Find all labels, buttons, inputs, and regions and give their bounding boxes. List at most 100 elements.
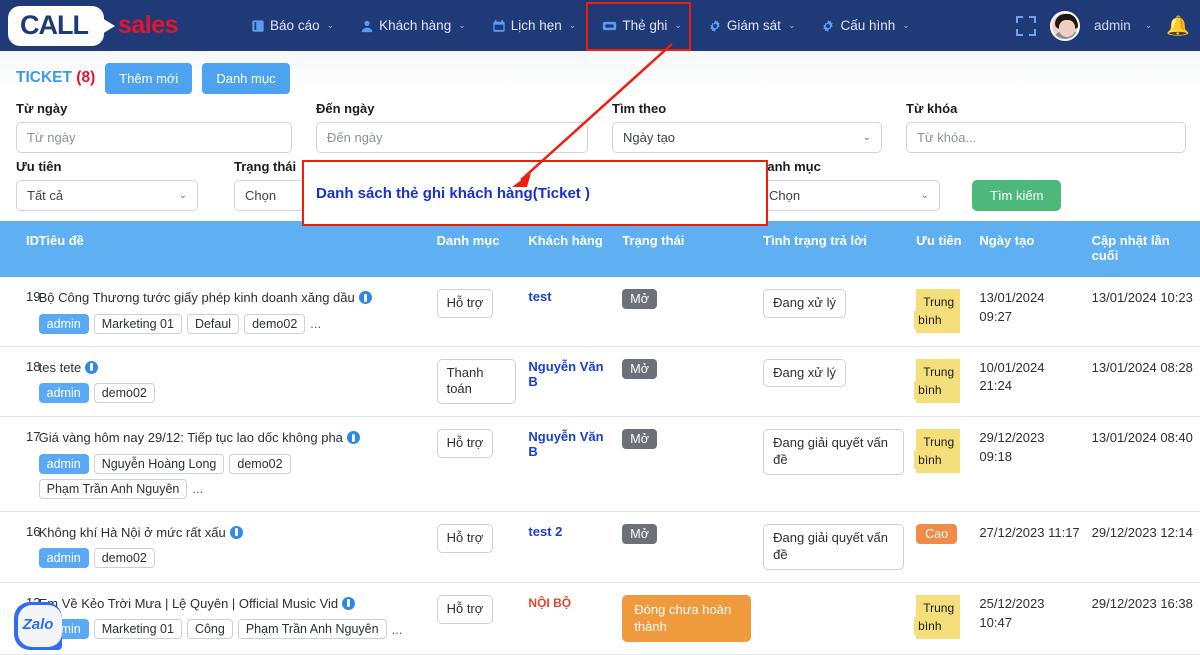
- tags-overflow[interactable]: ...: [310, 316, 321, 331]
- chevron-down-icon[interactable]: ⌄: [1145, 20, 1153, 31]
- response-status-badge: Đang giải quyết vấn đề: [763, 524, 904, 570]
- cell-response-status: Đang giải quyết vấn đề: [757, 511, 910, 582]
- col-updated-date[interactable]: Cập nhật lần cuối: [1086, 221, 1200, 277]
- assignee-tag[interactable]: demo02: [229, 454, 290, 474]
- search-by-select[interactable]: Ngày tạo ⌄: [612, 122, 882, 153]
- customer-link[interactable]: Nguyễn Văn B: [528, 359, 603, 389]
- search-button-wrap: Tìm kiếm: [972, 159, 1061, 211]
- assignee-tag[interactable]: Phạm Trần Anh Nguyên: [39, 479, 188, 499]
- col-response-status[interactable]: Tình trạng trả lời: [757, 221, 910, 277]
- avatar[interactable]: [1050, 11, 1080, 41]
- col-status[interactable]: Trạng thái: [616, 221, 757, 277]
- assignee-tag[interactable]: Marketing 01: [94, 314, 182, 334]
- customer-link[interactable]: NỘI BỘ: [528, 596, 571, 610]
- filter-label: Ưu tiên: [16, 159, 198, 176]
- status-badge: Mở: [622, 359, 657, 379]
- cell-status: Mở: [616, 346, 757, 417]
- col-created-date[interactable]: Ngày tạo: [973, 221, 1085, 277]
- table-row[interactable]: 16 Không khí Hà Nội ở mức rất xấu admind…: [0, 511, 1200, 582]
- col-id[interactable]: ID: [0, 221, 33, 277]
- table-row[interactable]: 19 Bộ Công Thương tước giấy phép kinh do…: [0, 277, 1200, 346]
- to-date-input[interactable]: Đến ngày: [316, 122, 588, 153]
- cell-updated-date: 29/12/2023 12:14: [1086, 511, 1200, 582]
- assignee-tag-list: adminMarketing 01CôngPhạm Trần Anh Nguyê…: [39, 619, 425, 639]
- keyword-input[interactable]: Từ khóa...: [906, 122, 1186, 153]
- assignee-tag[interactable]: Nguyễn Hoàng Long: [94, 454, 225, 474]
- category-button[interactable]: Danh mục: [202, 63, 289, 94]
- priority-select[interactable]: Tất cả ⌄: [16, 180, 198, 211]
- nav-label: Khách hàng: [379, 18, 451, 33]
- cell-status: Đóng chưa hoàn thành: [616, 582, 757, 655]
- chevron-down-icon: ⌄: [327, 20, 335, 31]
- nav-item-giam-sat[interactable]: Giám sát ⌄: [695, 0, 809, 51]
- zalo-label: Zalo: [14, 602, 62, 647]
- nav-item-khach-hang[interactable]: Khách hàng ⌄: [347, 0, 479, 51]
- table-row[interactable]: 18 tes tete admindemo02 Thanh toán Nguyễ…: [0, 346, 1200, 417]
- search-button[interactable]: Tìm kiếm: [972, 180, 1061, 211]
- view-icon[interactable]: [230, 526, 243, 539]
- nav-item-the-ghi[interactable]: Thẻ ghi ⌄: [589, 0, 695, 51]
- notification-bell-icon[interactable]: 🔔: [1166, 14, 1190, 38]
- customer-link[interactable]: test 2: [528, 524, 562, 539]
- ticket-title-text[interactable]: tes tete: [39, 359, 425, 377]
- cell-response-status: Đang xử lý: [757, 346, 910, 417]
- assignee-tag[interactable]: demo02: [244, 314, 305, 334]
- cell-category: Hỗ trợ: [431, 277, 523, 346]
- gear-icon: [708, 19, 722, 33]
- ticket-title-text[interactable]: Bộ Công Thương tước giấy phép kinh doanh…: [39, 289, 425, 307]
- customer-link[interactable]: Nguyễn Văn B: [528, 429, 603, 459]
- status-badge: Đóng chưa hoàn thành: [622, 595, 751, 643]
- category-select[interactable]: Chọn ⌄: [758, 180, 940, 211]
- cell-created-date: 25/12/2023 10:47: [973, 582, 1085, 655]
- filter-label: Đến ngày: [316, 101, 588, 118]
- col-priority[interactable]: Ưu tiên: [910, 221, 973, 277]
- view-icon[interactable]: [342, 597, 355, 610]
- gear-icon: [821, 19, 835, 33]
- fullscreen-icon[interactable]: [1016, 16, 1036, 36]
- view-icon[interactable]: [85, 361, 98, 374]
- assignee-tag[interactable]: demo02: [94, 548, 155, 568]
- table-row[interactable]: 17 Giá vàng hôm nay 29/12: Tiếp tục lao …: [0, 417, 1200, 512]
- assignee-tag[interactable]: admin: [39, 454, 89, 474]
- assignee-tag[interactable]: Defaul: [187, 314, 239, 334]
- user-name-label[interactable]: admin: [1094, 18, 1131, 33]
- cell-updated-date: 29/12/2023 16:38: [1086, 582, 1200, 655]
- chevron-down-icon: ⌄: [179, 190, 187, 201]
- app-logo[interactable]: CALL sales: [8, 6, 178, 46]
- search-by-value: Ngày tạo: [623, 130, 675, 145]
- ticket-title-text[interactable]: Em Về Kẻo Trời Mưa | Lệ Quyên | Official…: [39, 595, 425, 613]
- assignee-tag[interactable]: demo02: [94, 383, 155, 403]
- category-badge: Thanh toán: [437, 359, 517, 405]
- cell-title: Bộ Công Thương tước giấy phép kinh doanh…: [33, 277, 431, 346]
- table-row[interactable]: 12 Em Về Kẻo Trời Mưa | Lệ Quyên | Offic…: [0, 582, 1200, 655]
- filter-category: Danh mục Chọn ⌄: [758, 159, 940, 211]
- ticket-title-text[interactable]: Không khí Hà Nội ở mức rất xấu: [39, 524, 425, 542]
- nav-item-lich-hen[interactable]: Lịch hẹn ⌄: [479, 0, 590, 51]
- nav-item-cau-hinh[interactable]: Cấu hình ⌄: [808, 0, 922, 51]
- cell-updated-date: 13/01/2024 08:28: [1086, 346, 1200, 417]
- col-customer[interactable]: Khách hàng: [522, 221, 616, 277]
- from-date-input[interactable]: Từ ngày: [16, 122, 292, 153]
- zalo-chat-widget[interactable]: Zalo: [14, 602, 62, 650]
- ticket-title-text[interactable]: Giá vàng hôm nay 29/12: Tiếp tục lao dốc…: [39, 429, 425, 447]
- customer-link[interactable]: test: [528, 289, 551, 304]
- cell-title: Không khí Hà Nội ở mức rất xấu admindemo…: [33, 511, 431, 582]
- assignee-tag[interactable]: Marketing 01: [94, 619, 182, 639]
- assignee-tag[interactable]: Phạm Trần Anh Nguyên: [238, 619, 387, 639]
- assignee-tag[interactable]: Công: [187, 619, 233, 639]
- assignee-tag[interactable]: admin: [39, 548, 89, 568]
- assignee-tag[interactable]: admin: [39, 314, 89, 334]
- col-title[interactable]: Tiêu đề: [33, 221, 431, 277]
- category-badge: Hỗ trợ: [437, 595, 494, 624]
- nav-label: Báo cáo: [270, 18, 320, 33]
- add-new-button[interactable]: Thêm mới: [105, 63, 192, 94]
- tags-overflow[interactable]: ...: [192, 481, 203, 496]
- assignee-tag[interactable]: admin: [39, 383, 89, 403]
- nav-item-bao-cao[interactable]: Báo cáo ⌄: [238, 0, 347, 51]
- col-category[interactable]: Danh mục: [431, 221, 523, 277]
- tags-overflow[interactable]: ...: [392, 622, 403, 637]
- cell-category: Hỗ trợ: [431, 582, 523, 655]
- view-icon[interactable]: [347, 431, 360, 444]
- view-icon[interactable]: [359, 291, 372, 304]
- status-value: Chọn: [245, 188, 276, 203]
